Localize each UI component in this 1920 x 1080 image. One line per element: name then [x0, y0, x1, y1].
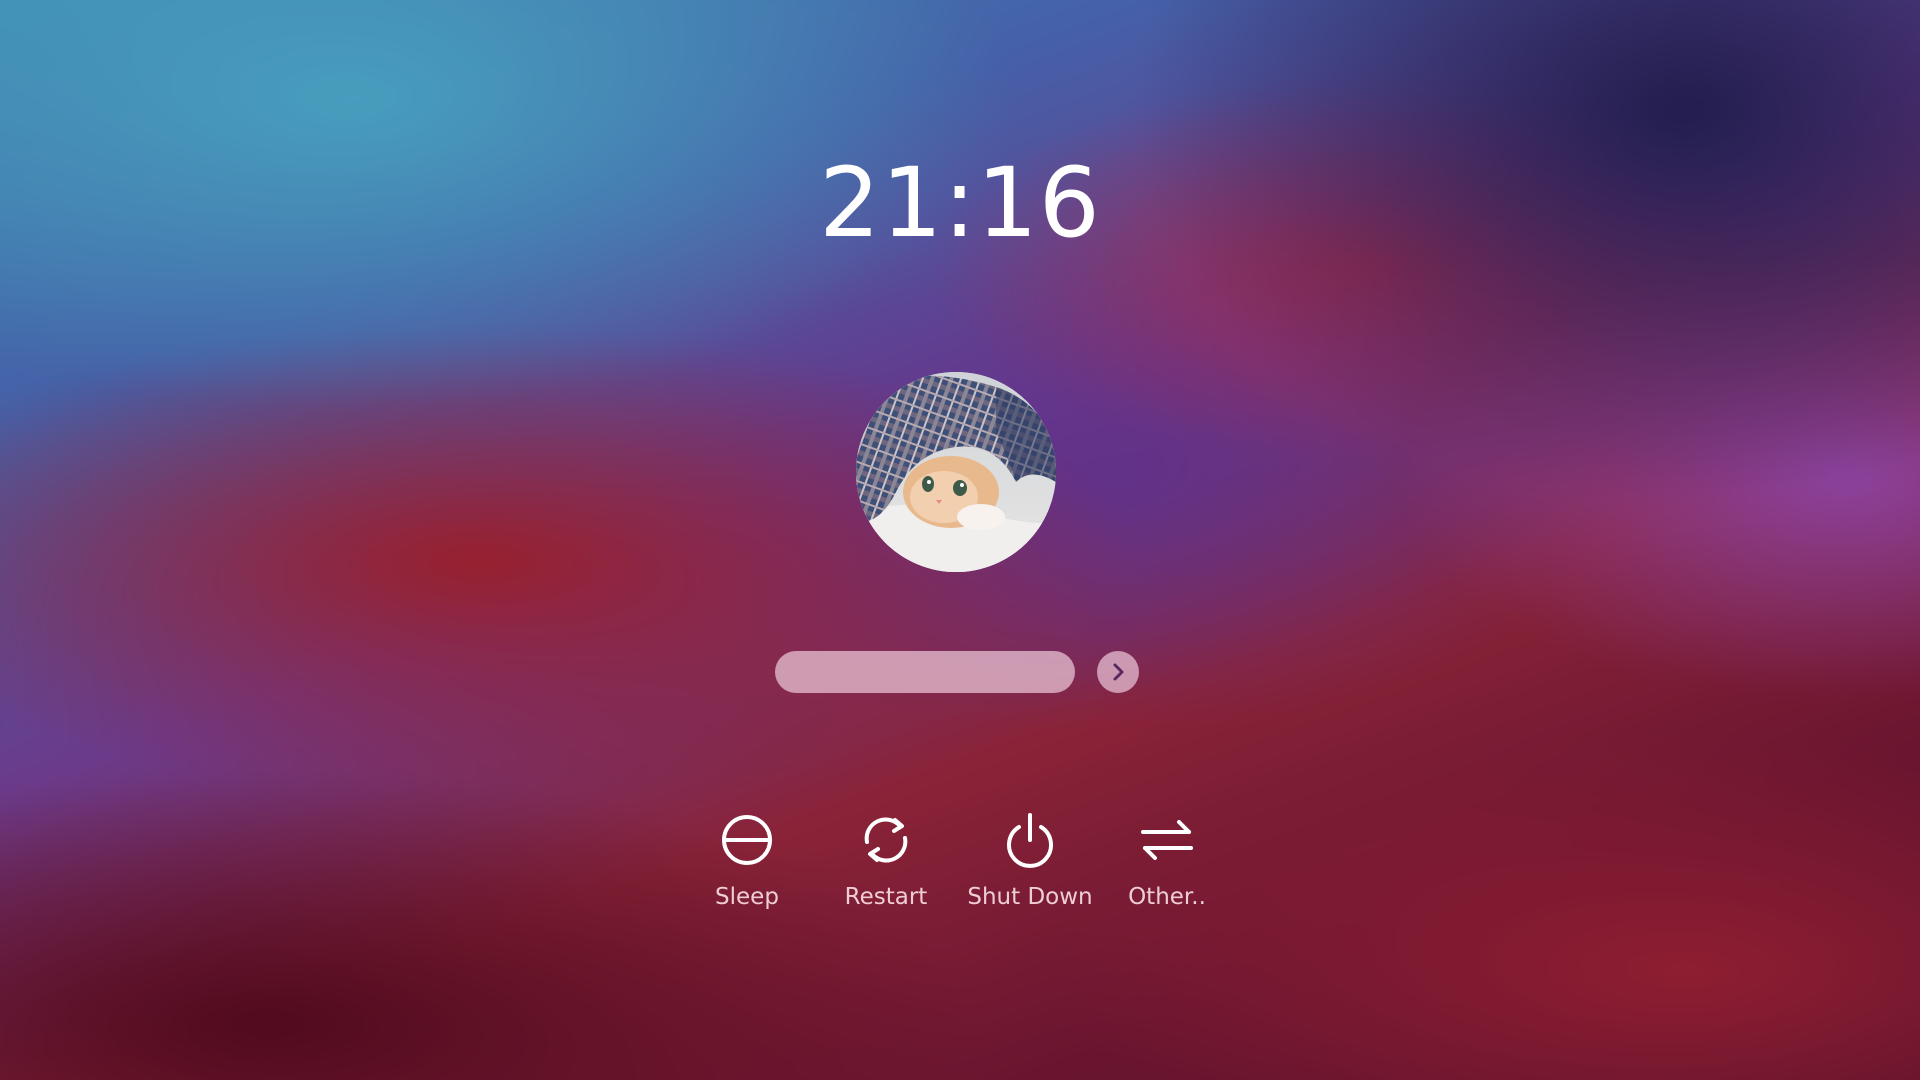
- login-submit-button[interactable]: [1097, 651, 1139, 693]
- avatar-image: [856, 372, 1056, 572]
- password-input[interactable]: [775, 651, 1075, 693]
- avatar[interactable]: [856, 372, 1056, 572]
- power-icon: [1007, 813, 1053, 868]
- clock-time: 21:16: [819, 147, 1101, 259]
- sleep-label: Sleep: [715, 884, 779, 910]
- other-button[interactable]: Other..: [1102, 812, 1232, 910]
- login-screen: 21:16 Sleep Restart Shut Down Other..: [0, 0, 1920, 1080]
- power-actions: Sleep Restart Shut Down Other..: [0, 812, 1920, 922]
- restart-label: Restart: [844, 884, 928, 910]
- switch-arrows-icon: [1141, 820, 1193, 860]
- restart-icon: [864, 817, 908, 863]
- sleep-button[interactable]: Sleep: [682, 812, 812, 910]
- restart-button[interactable]: Restart: [821, 812, 951, 910]
- sleep-icon: [722, 815, 772, 865]
- shut-down-label: Shut Down: [967, 884, 1093, 910]
- shut-down-button[interactable]: Shut Down: [965, 812, 1095, 910]
- other-label: Other..: [1128, 884, 1206, 910]
- chevron-right-icon: [1113, 663, 1124, 681]
